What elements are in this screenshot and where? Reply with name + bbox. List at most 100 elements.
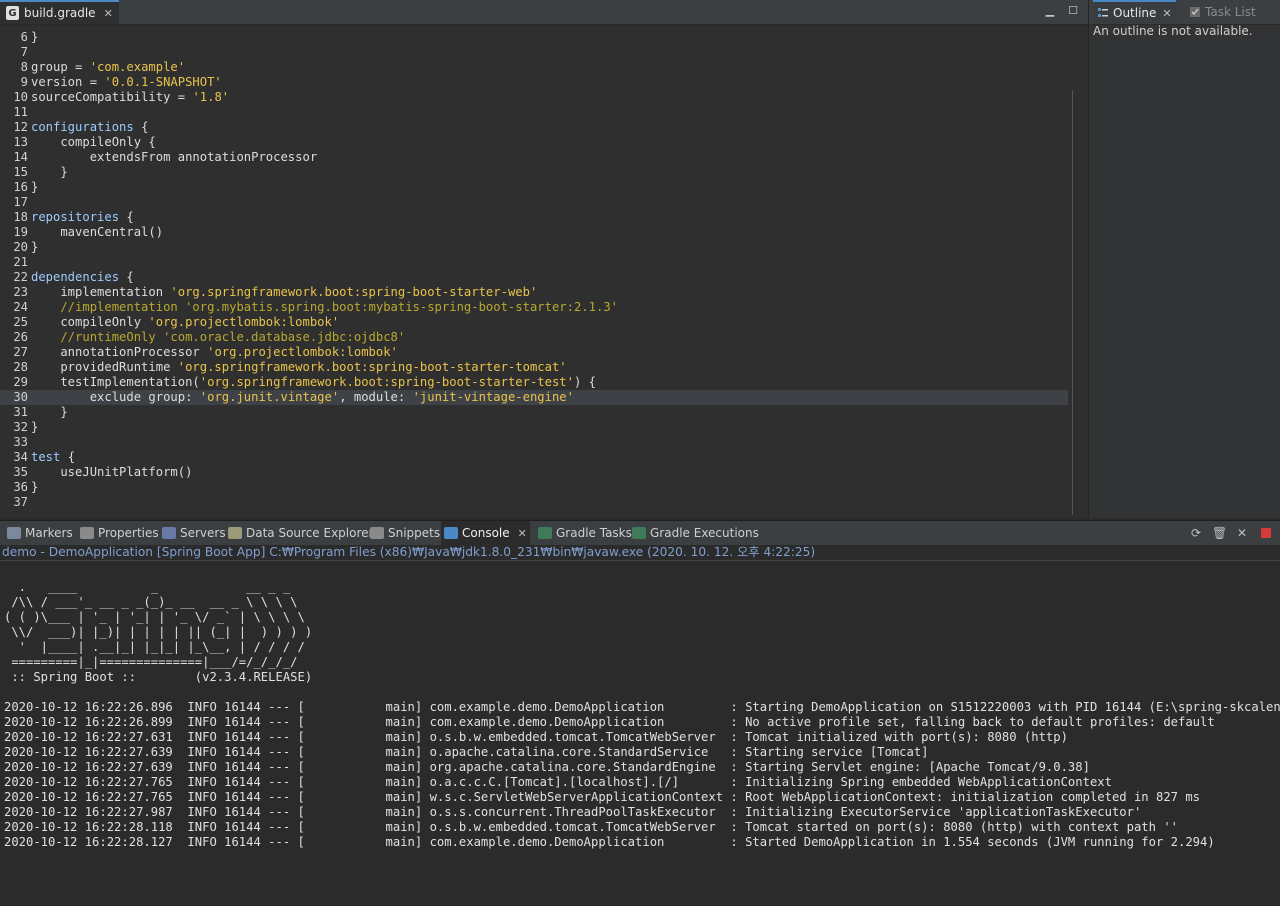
console-line: :: Spring Boot :: (v2.3.4.RELEASE) (4, 670, 313, 684)
line-number: 23 (13, 285, 28, 299)
code-token: implementation (31, 285, 171, 299)
code-token: 'org.springframework.boot:spring-boot-st… (199, 375, 574, 389)
code-line: 17 (0, 195, 1068, 210)
remove-all-terminated-icon[interactable]: ✕ (1235, 526, 1249, 540)
code-line: 31 } (0, 405, 1068, 420)
gradle-tasks-icon (538, 527, 552, 539)
console-icon (444, 527, 458, 539)
close-icon[interactable]: ✕ (1162, 7, 1171, 20)
tab-gradle-executions[interactable]: Gradle Executions (629, 521, 762, 545)
code-token: 'junit-vintage-engine' (412, 390, 574, 404)
code-token: dependencies (31, 270, 120, 284)
servers-icon (162, 527, 176, 539)
code-token: 'org.springframework.boot:spring-boot-st… (170, 285, 538, 299)
minimize-icon[interactable]: ▁ (1043, 4, 1057, 18)
code-token: } (31, 480, 39, 494)
code-token: } (31, 165, 68, 179)
code-line: 25 compileOnly 'org.projectlombok:lombok… (0, 315, 1068, 330)
code-token: 'org.junit.vintage' (199, 390, 340, 404)
code-line: 35 useJUnitPlatform() (0, 465, 1068, 480)
line-number: 15 (13, 165, 28, 179)
editor-scrollbar[interactable] (1072, 90, 1073, 515)
outline-tab-bar: Outline ✕ Task List (1089, 0, 1280, 25)
code-token: sourceCompatibility = (31, 90, 193, 104)
console-line: 2020-10-12 16:22:26.896 INFO 16144 --- [… (4, 700, 1280, 714)
code-token: exclude group: (31, 390, 200, 404)
code-token: repositories (31, 210, 120, 224)
code-token: mavenCentral() (31, 225, 164, 239)
code-token: group = (31, 60, 90, 74)
tab-gradle-tasks[interactable]: Gradle Tasks (535, 521, 635, 545)
outline-pane: Outline ✕ Task List An outline is not av… (1088, 0, 1280, 518)
console-line: ' |____| .__|_| |_|_| |_\__, | / / / / (4, 640, 305, 654)
code-token: 'org.springframework.boot:spring-boot-st… (177, 360, 567, 374)
code-editor[interactable]: 6} 7 8 group = 'com.example' 9 version = '0.0… (0, 23, 1070, 513)
console-line: 2020-10-12 16:22:27.631 INFO 16144 --- [… (4, 730, 1068, 744)
code-token: annotationProcessor (31, 345, 208, 359)
code-line: 30 exclude group: 'org.junit.vintage', m… (0, 390, 1068, 405)
code-token: 'org.projectlombok:lombok' (148, 315, 340, 329)
console-line: \\/ ___)| |_)| | | | | || (_| | ) ) ) ) (4, 625, 313, 639)
close-icon[interactable]: ✕ (518, 527, 527, 540)
markers-icon (7, 527, 21, 539)
code-token: compileOnly (31, 315, 149, 329)
bottom-pane: Markers Properties Servers Data Source Expl… (0, 520, 1280, 906)
tab-label: Console (462, 526, 510, 540)
code-line: 19 mavenCentral() (0, 225, 1068, 240)
tab-label: Servers (180, 526, 226, 540)
tab-data-source-explorer[interactable]: Data Source Explorer (225, 521, 376, 545)
code-line: 6} (0, 30, 1068, 45)
code-line: 22 dependencies { (0, 270, 1068, 285)
editor-tab-bar: G build.gradle ✕ ▁ ☐ (0, 0, 1088, 25)
code-token: version = (31, 75, 105, 89)
remove-launch-icon[interactable]: 🗑 (1212, 526, 1227, 540)
line-number: 35 (13, 465, 28, 479)
code-token: 'org.projectlombok:lombok' (207, 345, 398, 359)
code-line: 9 version = '0.0.1-SNAPSHOT' (0, 75, 1068, 90)
maximize-icon[interactable]: ☐ (1066, 4, 1080, 18)
code-token: //runtimeOnly 'com.oracle.database.jdbc:… (31, 330, 406, 344)
tab-servers[interactable]: Servers (159, 521, 229, 545)
line-number: 17 (13, 195, 28, 209)
line-number: 6 (20, 30, 28, 44)
line-number: 11 (13, 105, 28, 119)
pin-console-icon[interactable]: ⟳ (1189, 526, 1203, 540)
line-number: 24 (13, 300, 28, 314)
tab-label: Gradle Executions (650, 526, 759, 540)
line-number: 25 (13, 315, 28, 329)
code-line: 21 (0, 255, 1068, 270)
tab-snippets[interactable]: Snippets (367, 521, 443, 545)
code-line: 37 (0, 495, 1068, 510)
tab-task-list-label: Task List (1205, 5, 1256, 19)
line-number: 19 (13, 225, 28, 239)
console-process-label: demo - DemoApplication [Spring Boot App]… (2, 545, 816, 559)
console-output[interactable]: . ____ _ __ _ _ /\\ / ___'_ __ _ _(_)_ _… (0, 561, 1280, 906)
console-line: =========|_|==============|___/=/_/_/_/ (4, 655, 298, 669)
line-number: 12 (13, 120, 28, 134)
tab-console[interactable]: Console ✕ (441, 521, 530, 545)
code-token: test (31, 450, 61, 464)
code-line: 11 (0, 105, 1068, 120)
console-line: 2020-10-12 16:22:28.127 INFO 16144 --- [… (4, 835, 1215, 849)
line-number: 21 (13, 255, 28, 269)
tab-outline[interactable]: Outline ✕ (1093, 0, 1176, 24)
tab-properties[interactable]: Properties (77, 521, 162, 545)
code-token: testImplementation( (31, 375, 200, 389)
code-token: { (119, 270, 134, 284)
code-line: 7 (0, 45, 1068, 60)
line-number: 7 (20, 45, 28, 59)
code-token: compileOnly { (31, 135, 156, 149)
line-number: 22 (13, 270, 28, 284)
tab-task-list[interactable]: Task List (1185, 0, 1260, 24)
gradle-executions-icon (632, 527, 646, 539)
code-line: 29 testImplementation('org.springframewo… (0, 375, 1068, 390)
line-number: 10 (13, 90, 28, 104)
line-number: 30 (13, 390, 28, 404)
code-line: 14 extendsFrom annotationProcessor (0, 150, 1068, 165)
tab-markers[interactable]: Markers (4, 521, 76, 545)
code-line: 36} (0, 480, 1068, 495)
line-number: 33 (13, 435, 28, 449)
terminate-icon[interactable] (1259, 526, 1273, 540)
code-line: 23 implementation 'org.springframework.b… (0, 285, 1068, 300)
line-number: 27 (13, 345, 28, 359)
